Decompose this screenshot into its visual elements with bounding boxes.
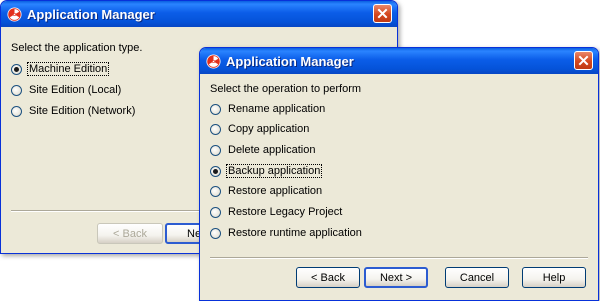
radio-label: Restore runtime application [228, 227, 362, 239]
front-window-title: Application Manager [226, 53, 354, 69]
radio-button[interactable] [210, 103, 221, 115]
back-window-title: Application Manager [27, 6, 155, 22]
radio-button[interactable] [210, 185, 221, 197]
radio-option-delete-application[interactable]: Delete application [210, 143, 316, 157]
radio-label: Rename application [228, 103, 326, 115]
front-window: Application Manager Select the operation… [199, 47, 599, 301]
front-window-prompt: Select the operation to perform [210, 83, 362, 95]
radio-label: Restore application [228, 185, 323, 197]
back-button[interactable]: < Back [296, 267, 360, 288]
radio-button[interactable] [11, 63, 22, 75]
radio-label: Site Edition (Local) [29, 84, 122, 96]
radio-button[interactable] [210, 144, 221, 156]
front-window-titlebar[interactable]: Application Manager [200, 48, 598, 74]
radio-option-site-edition-local[interactable]: Site Edition (Local) [11, 83, 122, 97]
radio-label: Machine Edition [26, 62, 110, 76]
radio-option-restore-application[interactable]: Restore application [210, 184, 323, 198]
radio-option-backup-application[interactable]: Backup application [210, 164, 323, 178]
radio-label: Copy application [228, 123, 310, 135]
back-window-back-button[interactable]: < Back [97, 223, 163, 244]
radio-button[interactable] [11, 105, 22, 117]
back-window-prompt: Select the application type. [11, 42, 143, 54]
radio-label: Site Edition (Network) [29, 105, 136, 117]
radiation-icon [206, 53, 221, 69]
front-window-separator [210, 257, 588, 259]
cancel-button[interactable]: Cancel [445, 267, 509, 288]
radio-option-machine-edition[interactable]: Machine Edition [11, 62, 110, 76]
back-window-close-button[interactable] [373, 4, 392, 23]
radio-label: Delete application [228, 144, 316, 156]
radio-button[interactable] [210, 123, 221, 135]
help-button[interactable]: Help [522, 267, 586, 288]
radio-option-rename-application[interactable]: Rename application [210, 102, 326, 116]
front-window-close-button[interactable] [574, 51, 593, 70]
radio-option-copy-application[interactable]: Copy application [210, 122, 310, 136]
radio-button[interactable] [210, 206, 221, 218]
radio-button[interactable] [210, 165, 221, 177]
back-window-titlebar[interactable]: Application Manager [1, 1, 397, 27]
radio-label: Restore Legacy Project [228, 206, 343, 218]
radiation-icon [7, 6, 22, 22]
radio-button[interactable] [11, 84, 22, 96]
close-icon [377, 8, 388, 19]
close-icon [578, 55, 589, 66]
front-window-content: Select the operation to perform Rename a… [200, 74, 598, 300]
radio-option-restore-runtime-application[interactable]: Restore runtime application [210, 226, 363, 240]
radio-button[interactable] [210, 227, 221, 239]
next-button[interactable]: Next > [364, 267, 428, 288]
radio-option-restore-legacy-project[interactable]: Restore Legacy Project [210, 205, 343, 219]
radio-option-site-edition-network[interactable]: Site Edition (Network) [11, 104, 136, 118]
radio-label: Backup application [225, 164, 323, 178]
